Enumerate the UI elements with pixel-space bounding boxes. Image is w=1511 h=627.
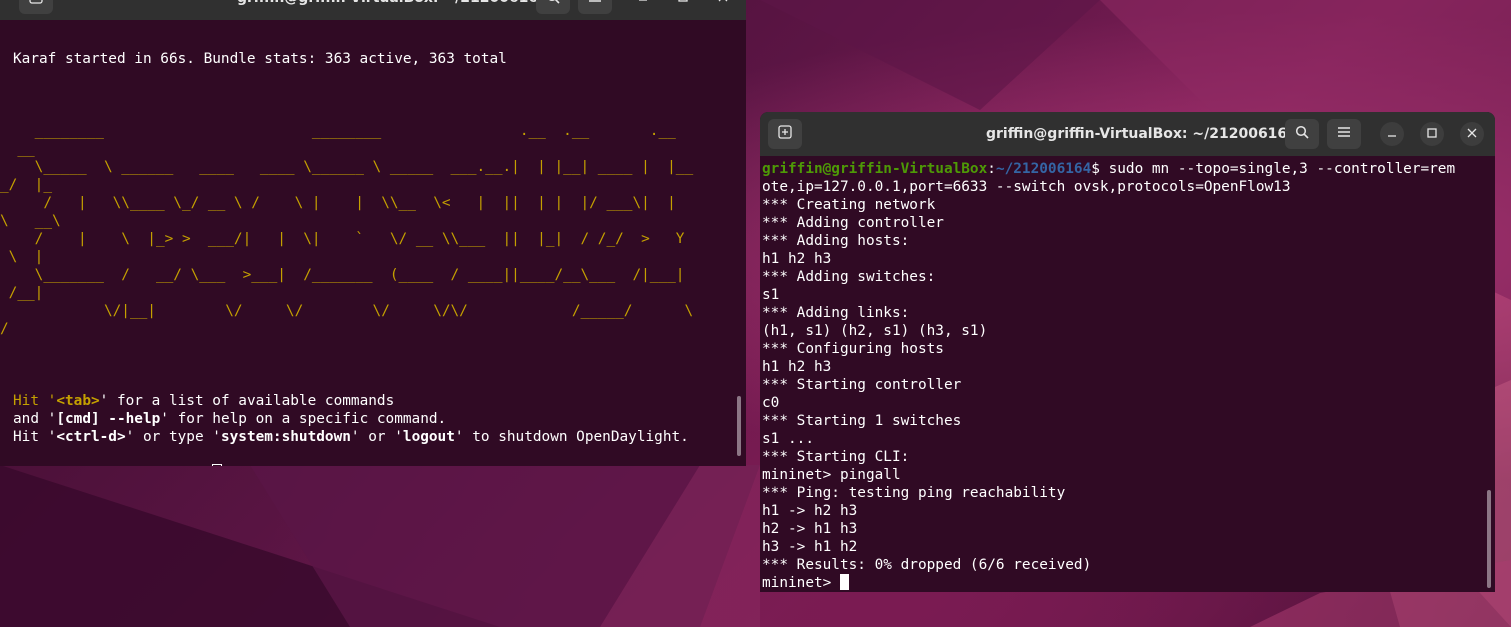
ascii-art-line: ________ ________ .__ .__ .__ xyxy=(0,123,676,139)
minimize-icon xyxy=(1387,126,1397,142)
left-terminal-output[interactable]: Karaf started in 66s. Bundle stats: 363 … xyxy=(0,50,746,466)
output-line: *** Adding switches: xyxy=(762,269,936,285)
text-cursor xyxy=(839,574,849,590)
help-line-1: Hit '<tab>' for a list of available comm… xyxy=(13,393,395,409)
help-line-2: and '[cmd] --help' for help on a specifi… xyxy=(13,411,447,427)
right-terminal-output[interactable]: griffin@griffin-VirtualBox:~/212006164$ … xyxy=(762,160,1495,592)
output-line: h2 -> h1 h3 xyxy=(762,521,858,537)
right-terminal-window[interactable]: griffin@griffin-VirtualBox: ~/212006164 xyxy=(760,112,1495,592)
close-button[interactable] xyxy=(1460,122,1484,146)
new-tab-icon xyxy=(29,0,43,8)
mininet-prompt[interactable]: mininet> xyxy=(762,574,1495,592)
output-line: *** Creating network xyxy=(762,197,936,213)
output-line: s1 xyxy=(762,287,780,303)
new-tab-button[interactable] xyxy=(768,119,802,149)
output-line: h1 h2 h3 xyxy=(762,359,832,375)
ascii-art-line: \ __\ xyxy=(0,213,61,229)
ascii-art-line: / | \ |_> > ___/| | \| ` \/ __ \\___ || … xyxy=(0,231,685,247)
minimize-button[interactable] xyxy=(631,0,655,10)
right-terminal-title: griffin@griffin-VirtualBox: ~/212006164 xyxy=(986,126,1297,142)
ascii-art-line: _/ |_ xyxy=(0,177,52,193)
output-line: *** Results: 0% dropped (6/6 received) xyxy=(762,557,1092,573)
ascii-art-line: \/|__| \/ \/ \/ \/\/ /_____/ \ xyxy=(0,303,694,319)
search-icon xyxy=(1295,125,1309,143)
help-line-3: Hit '<ctrl-d>' or type 'system:shutdown'… xyxy=(13,429,689,445)
shell-command-line-wrap: ote,ip=127.0.0.1,port=6633 --switch ovsk… xyxy=(762,179,1291,195)
output-line: *** Starting controller xyxy=(762,377,962,393)
output-line: *** Configuring hosts xyxy=(762,341,944,357)
menu-button[interactable] xyxy=(1327,119,1361,149)
output-line: *** Adding controller xyxy=(762,215,944,231)
left-terminal-title: griffin@griffin-VirtualBox: ~/212006164 xyxy=(237,0,548,20)
right-scrollbar[interactable] xyxy=(1487,490,1491,588)
output-line: *** Starting 1 switches xyxy=(762,413,962,429)
search-icon xyxy=(546,0,560,8)
left-scrollbar[interactable] xyxy=(737,396,741,456)
maximize-icon xyxy=(1427,126,1437,142)
menu-icon xyxy=(1337,126,1351,142)
output-line: h3 -> h1 h2 xyxy=(762,539,858,555)
search-button[interactable] xyxy=(536,0,570,14)
text-cursor xyxy=(212,464,223,466)
ascii-art-line: __ xyxy=(0,141,35,157)
karaf-prompt[interactable]: opendaylight-user@root> xyxy=(13,464,746,466)
output-line: h1 h2 h3 xyxy=(762,251,832,267)
ascii-art-line: \_______ / __/ \___ >___| /_______ (____… xyxy=(0,267,685,283)
maximize-button[interactable] xyxy=(671,0,695,10)
output-line: s1 ... xyxy=(762,431,814,447)
shell-command-line: griffin@griffin-VirtualBox:~/212006164$ … xyxy=(762,161,1456,177)
ascii-art-line: /__| xyxy=(0,285,44,301)
output-line: *** Adding links: xyxy=(762,305,910,321)
new-tab-button[interactable] xyxy=(19,0,53,14)
ascii-art-line: / xyxy=(0,321,9,337)
output-line: mininet> pingall xyxy=(762,467,901,483)
right-terminal-titlebar[interactable]: griffin@griffin-VirtualBox: ~/212006164 xyxy=(760,112,1495,156)
output-line: (h1, s1) (h2, s1) (h3, s1) xyxy=(762,323,988,339)
ascii-art-line: \_____ \ ______ ____ ____ \______ \ ____… xyxy=(0,159,694,175)
left-terminal-window[interactable]: griffin@griffin-VirtualBox: ~/212006164 xyxy=(0,0,746,466)
menu-button[interactable] xyxy=(578,0,612,14)
menu-icon xyxy=(588,0,602,7)
maximize-icon xyxy=(678,0,688,6)
close-icon xyxy=(718,0,728,6)
ascii-art-line: \ | xyxy=(0,249,44,265)
maximize-button[interactable] xyxy=(1420,122,1444,146)
left-terminal-titlebar[interactable]: griffin@griffin-VirtualBox: ~/212006164 xyxy=(0,0,746,20)
output-line: *** Starting CLI: xyxy=(762,449,910,465)
search-button[interactable] xyxy=(1285,119,1319,149)
output-line: c0 xyxy=(762,395,780,411)
new-tab-icon xyxy=(778,125,792,143)
close-button[interactable] xyxy=(711,0,735,10)
ascii-art-line: / | \\____ \_/ __ \ / \ | | \\__ \< | ||… xyxy=(0,195,676,211)
output-line: *** Ping: testing ping reachability xyxy=(762,485,1066,501)
output-line: h1 -> h2 h3 xyxy=(762,503,858,519)
output-line: *** Adding hosts: xyxy=(762,233,910,249)
karaf-status-line: Karaf started in 66s. Bundle stats: 363 … xyxy=(13,51,507,67)
close-icon xyxy=(1467,126,1477,142)
minimize-button[interactable] xyxy=(1380,122,1404,146)
minimize-icon xyxy=(638,0,648,6)
